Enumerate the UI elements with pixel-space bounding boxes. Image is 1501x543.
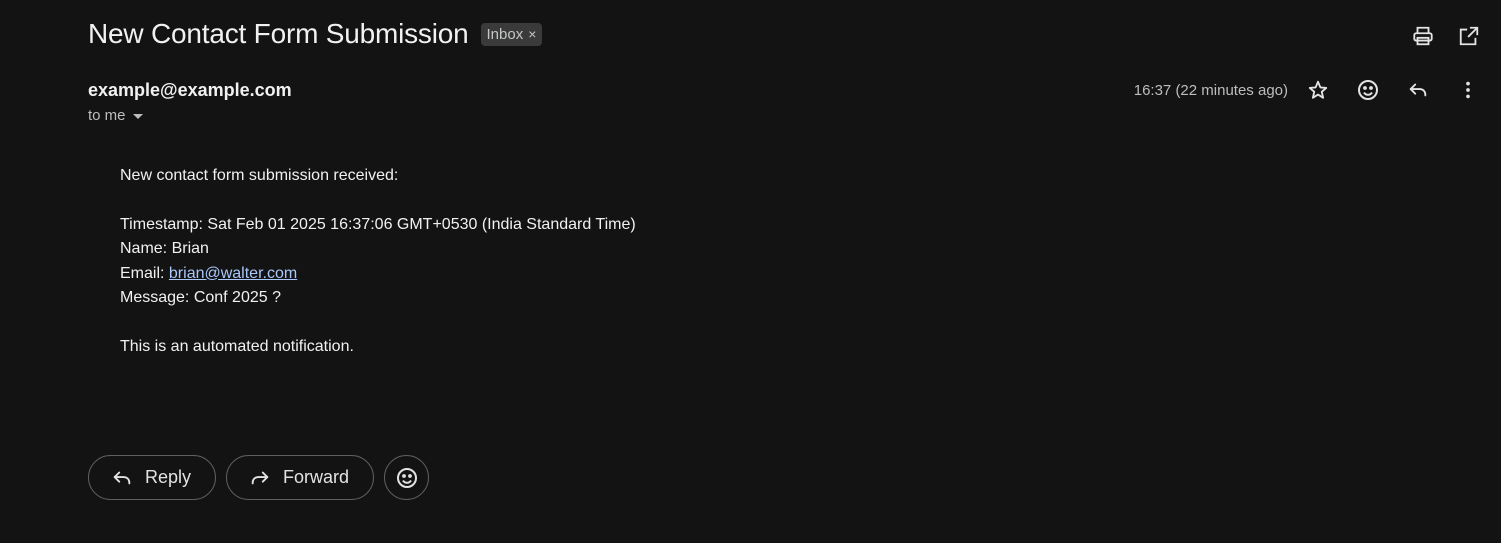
forward-button-label: Forward <box>283 467 350 487</box>
subject-row: New Contact Form Submission Inbox × <box>88 18 543 50</box>
forward-icon <box>251 471 269 484</box>
open-in-new-icon[interactable] <box>1457 24 1481 48</box>
recipient-label: to me <box>88 107 126 124</box>
top-actions <box>1411 24 1481 48</box>
email-body: New contact form submission received: Ti… <box>120 164 636 359</box>
more-vert-icon[interactable] <box>1456 78 1480 102</box>
reply-actions: Reply Forward <box>88 455 430 500</box>
emoji-icon <box>396 467 417 488</box>
body-timestamp: Timestamp: Sat Feb 01 2025 16:37:06 GMT+… <box>120 215 636 233</box>
recipient-details-toggle[interactable]: to me <box>88 107 143 124</box>
message-time: 16:37 (22 minutes ago) <box>1133 81 1288 99</box>
chevron-down-icon[interactable] <box>132 114 143 119</box>
message-actions <box>1306 78 1480 102</box>
label-name: Inbox <box>486 25 524 43</box>
body-name: Name: Brian <box>120 240 209 258</box>
message-meta: 16:37 (22 minutes ago) <box>1134 78 1480 102</box>
body-email: Email: brian@walter.com <box>120 262 636 286</box>
sender-address[interactable]: example@example.com <box>88 80 292 101</box>
remove-label-icon[interactable]: × <box>528 26 536 42</box>
emoji-icon[interactable] <box>1356 78 1380 102</box>
body-email-link[interactable]: brian@walter.com <box>169 265 297 282</box>
print-icon[interactable] <box>1411 24 1435 48</box>
email-view: New Contact Form Submission Inbox × exam… <box>0 0 1501 543</box>
reply-button-label: Reply <box>145 467 192 487</box>
reply-button[interactable]: Reply <box>88 455 217 500</box>
body-email-prefix: Email: <box>120 264 169 282</box>
reply-icon[interactable] <box>1406 78 1430 102</box>
emoji-reaction-button[interactable] <box>384 455 430 500</box>
body-footer: This is an automated notification. <box>120 337 354 355</box>
star-icon[interactable] <box>1306 78 1330 102</box>
email-subject: New Contact Form Submission <box>88 18 469 49</box>
forward-button[interactable]: Forward <box>226 455 375 500</box>
body-message: Message: Conf 2025 ? <box>120 289 281 307</box>
inbox-label-chip[interactable]: Inbox × <box>480 22 543 46</box>
body-intro: New contact form submission received: <box>120 167 399 184</box>
reply-icon <box>113 471 131 484</box>
